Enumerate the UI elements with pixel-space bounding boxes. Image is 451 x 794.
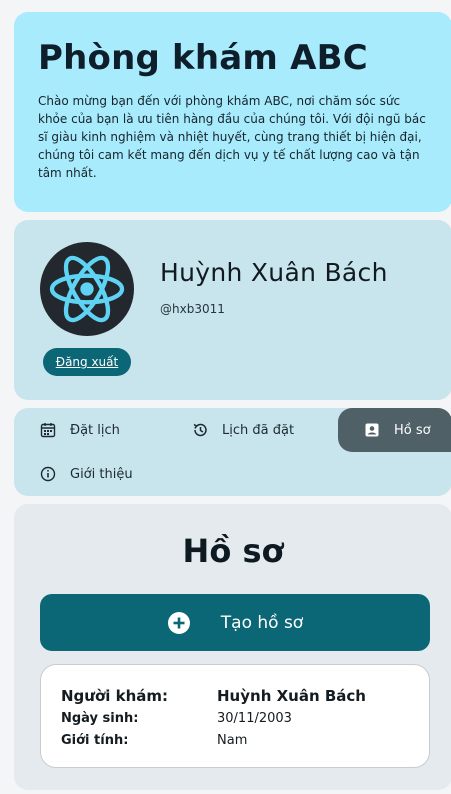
record-row-dob: Ngày sinh: 30/11/2003 bbox=[61, 707, 429, 729]
info-icon bbox=[40, 466, 56, 482]
clinic-description: Chào mừng bạn đến với phòng khám ABC, nơ… bbox=[38, 94, 426, 180]
record-row-gender: Giới tính: Nam bbox=[61, 729, 429, 751]
nav-item-label: Hồ sơ bbox=[394, 422, 431, 438]
record-value: Nam bbox=[217, 732, 248, 748]
user-name: Huỳnh Xuân Bách bbox=[160, 258, 388, 287]
section-title: Hồ sơ bbox=[182, 532, 284, 570]
profile-record-card[interactable]: Người khám: Huỳnh Xuân Bách Ngày sinh: 3… bbox=[40, 664, 430, 768]
record-key: Ngày sinh: bbox=[61, 710, 139, 726]
nav-item-profile[interactable]: Hồ sơ bbox=[338, 408, 451, 452]
profile-card-icon bbox=[365, 423, 379, 437]
nav-item-book[interactable]: Đặt lịch bbox=[40, 408, 120, 452]
record-key: Người khám: bbox=[61, 687, 169, 705]
logout-button[interactable]: Đăng xuất bbox=[43, 348, 131, 376]
avatar bbox=[40, 242, 134, 336]
calendar-icon bbox=[40, 423, 56, 438]
history-icon bbox=[193, 423, 207, 437]
nav-item-booked[interactable]: Lịch đã đặt bbox=[192, 408, 294, 452]
record-key: Giới tính: bbox=[61, 732, 129, 748]
profile-records-section: Hồ sơ Tạo hồ sơ Người khám: Huỳnh Xuân B… bbox=[14, 504, 451, 790]
plus-circle-icon bbox=[167, 611, 190, 634]
nav-item-label: Đặt lịch bbox=[70, 422, 120, 438]
hero-banner: Phòng khám ABC Chào mừng bạn đến với phò… bbox=[14, 12, 451, 212]
record-row-patient: Người khám: Huỳnh Xuân Bách bbox=[61, 685, 429, 707]
nav-item-about[interactable]: Giới thiệu bbox=[40, 452, 133, 496]
nav-item-label: Lịch đã đặt bbox=[222, 422, 295, 438]
nav-item-label: Giới thiệu bbox=[70, 466, 133, 482]
nav-menu: Đặt lịch Lịch đã đặt Hồ sơ Giới thiệu bbox=[14, 408, 451, 496]
record-value: Huỳnh Xuân Bách bbox=[217, 687, 366, 705]
create-profile-label: Tạo hồ sơ bbox=[220, 612, 304, 633]
create-profile-button[interactable]: Tạo hồ sơ bbox=[40, 594, 430, 651]
user-handle: @hxb3011 bbox=[160, 302, 225, 316]
clinic-title: Phòng khám ABC bbox=[38, 38, 368, 78]
profile-panel: Đăng xuất Huỳnh Xuân Bách @hxb3011 bbox=[14, 220, 451, 400]
react-atom-icon bbox=[49, 255, 125, 323]
record-value: 30/11/2003 bbox=[217, 710, 292, 726]
